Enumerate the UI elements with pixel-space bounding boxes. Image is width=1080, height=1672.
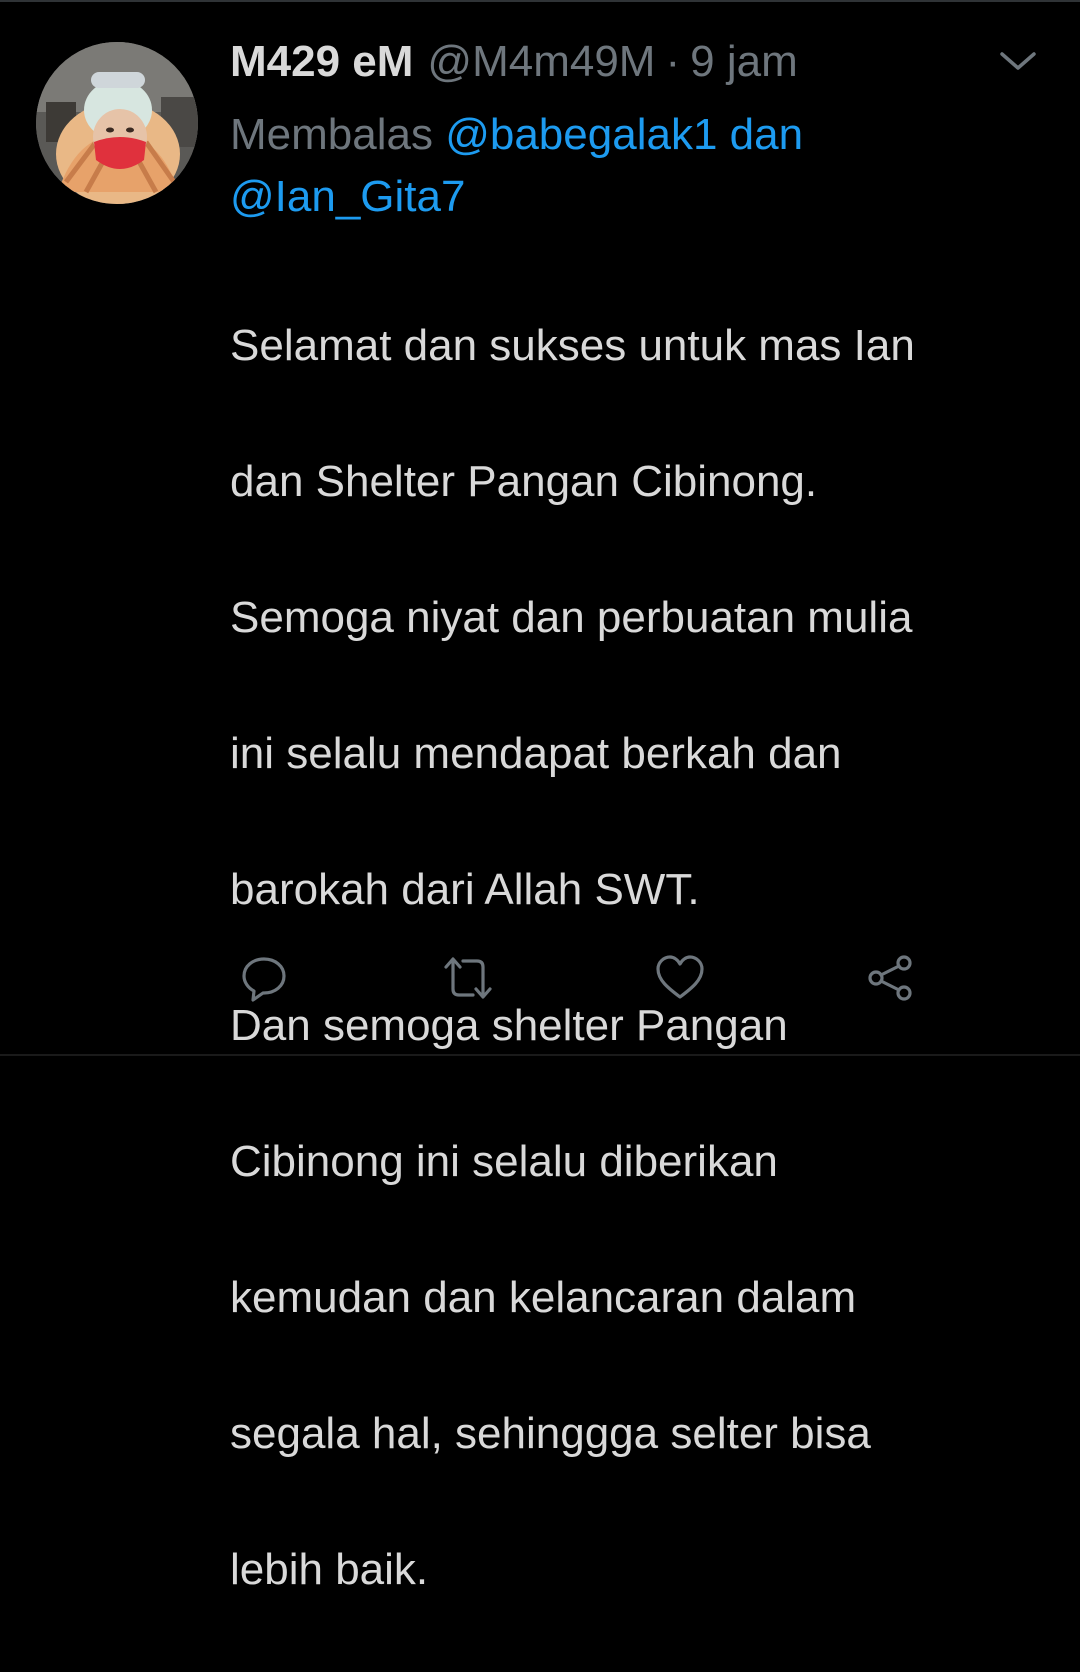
- mention-ian-gita7[interactable]: @Ian_Gita7: [230, 172, 465, 221]
- tweet-line: dan Shelter Pangan Cibinong.: [230, 457, 818, 506]
- tweet-line: Selamat dan sukses untuk mas Ian: [230, 321, 915, 370]
- tweet-header: M429 eM @M4m49M · 9 jam: [230, 34, 798, 90]
- reply-icon: [242, 957, 286, 1002]
- retweet-button[interactable]: [440, 950, 496, 1006]
- chevron-down-icon[interactable]: [998, 46, 1038, 76]
- tweet-line: segala hal, sehinggga selter bisa: [230, 1409, 871, 1458]
- tweet-line: barokah dari Allah SWT.: [230, 865, 700, 914]
- reply-context: Membalas @babegalak1 dan @Ian_Gita7: [230, 104, 990, 228]
- avatar[interactable]: [36, 42, 198, 204]
- tweet-actions: [230, 950, 930, 1010]
- avatar-photo: [36, 42, 198, 204]
- retweet-icon: [444, 957, 492, 999]
- top-divider: [0, 0, 1080, 2]
- display-name[interactable]: M429 eM: [230, 34, 413, 90]
- mention-babegalak1[interactable]: @babegalak1: [445, 110, 717, 159]
- tweet-line: lebih baik.: [230, 1545, 429, 1594]
- tweet-line: ini selalu mendapat berkah dan: [230, 729, 842, 778]
- timestamp[interactable]: 9 jam: [690, 34, 798, 90]
- share-icon: [868, 955, 912, 1001]
- heart-icon: [656, 955, 704, 999]
- share-button[interactable]: [862, 950, 918, 1006]
- separator-dot: ·: [665, 37, 681, 86]
- mention-joiner: dan: [729, 110, 804, 159]
- tweet-line: Semoga niyat dan perbuatan mulia: [230, 593, 913, 642]
- like-button[interactable]: [652, 950, 708, 1006]
- tweet-line: Cibinong ini selalu diberikan: [230, 1137, 778, 1186]
- reply-button[interactable]: [236, 950, 292, 1006]
- tweet-line: kemudan dan kelancaran dalam: [230, 1273, 857, 1322]
- reply-prefix: Membalas: [230, 110, 433, 159]
- user-handle[interactable]: @M4m49M: [427, 34, 655, 90]
